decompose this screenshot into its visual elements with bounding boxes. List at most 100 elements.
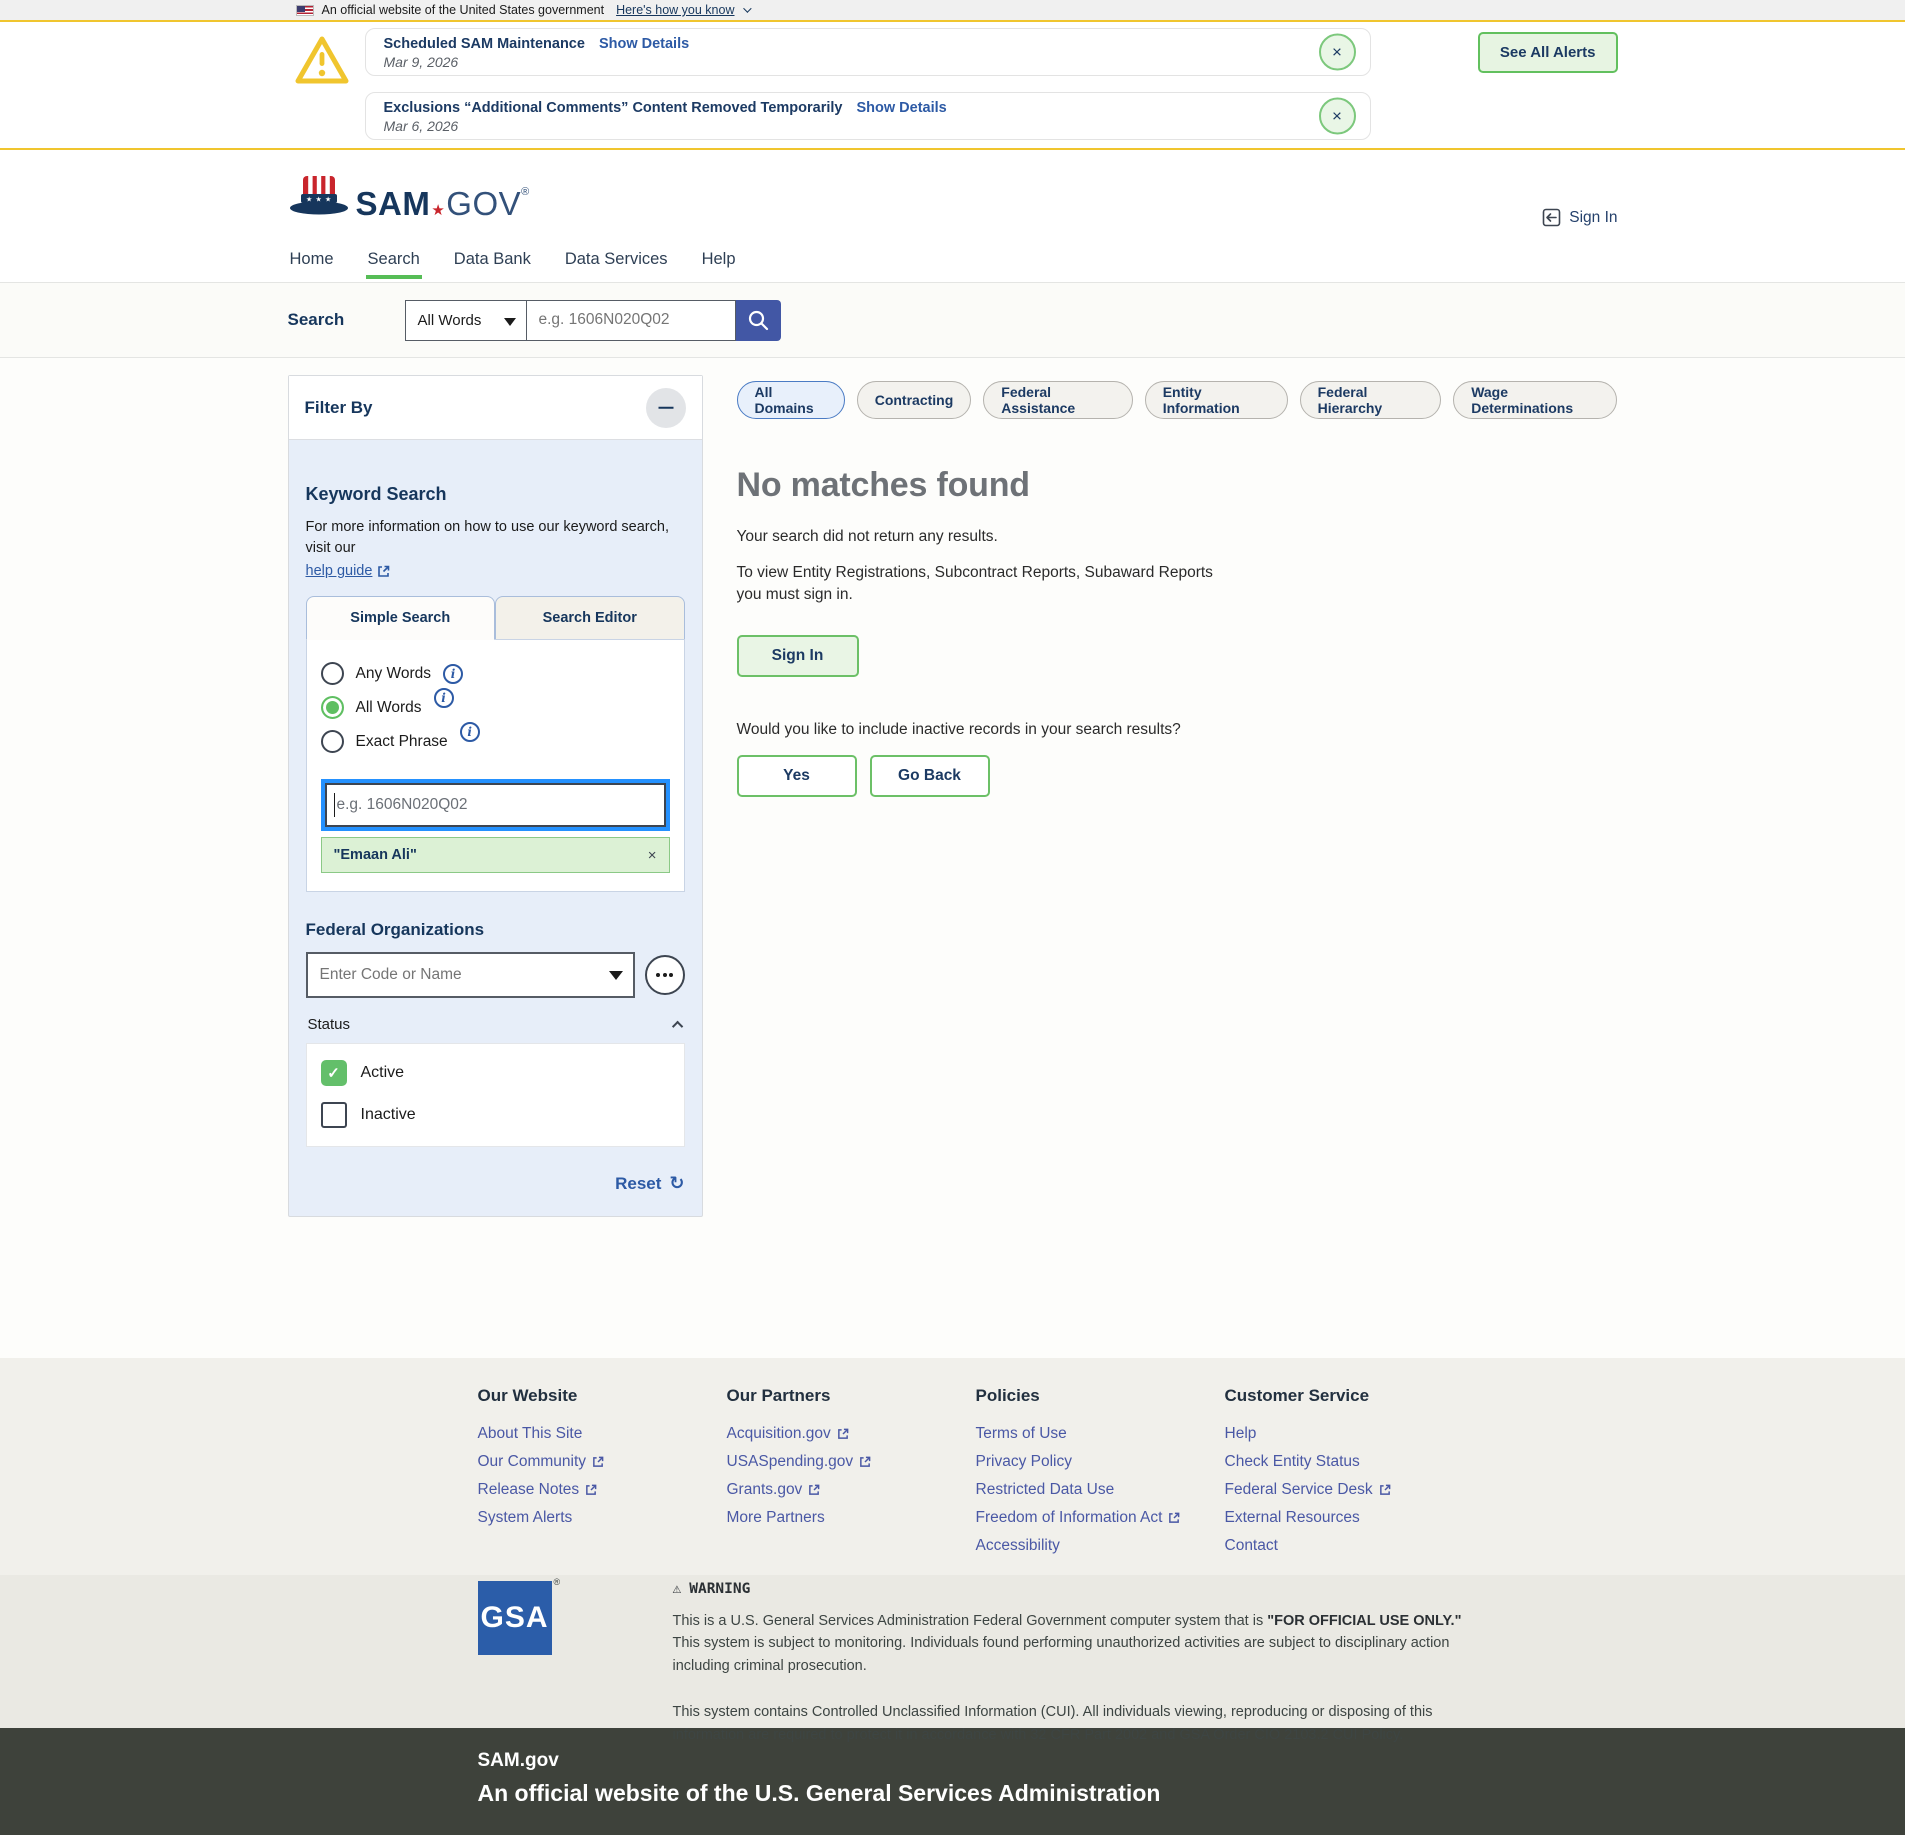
nav-item-home[interactable]: Home: [288, 248, 336, 279]
info-icon[interactable]: i: [460, 722, 480, 742]
how-you-know-link[interactable]: Here's how you know: [616, 3, 734, 17]
check-icon: ✓: [327, 1064, 340, 1082]
footer-link-about-this-site[interactable]: About This Site: [478, 1426, 718, 1441]
dark-footer: SAM.gov An official website of the U.S. …: [0, 1728, 1905, 1835]
footer-link-federal-service-desk[interactable]: Federal Service Desk: [1225, 1482, 1465, 1497]
footer-link-grants-gov[interactable]: Grants.gov: [727, 1482, 967, 1497]
go-back-button[interactable]: Go Back: [870, 755, 990, 797]
reset-filters-link[interactable]: Reset: [615, 1174, 661, 1194]
tab-simple-search[interactable]: Simple Search: [306, 596, 496, 640]
keyword-search-input[interactable]: [325, 783, 666, 827]
sign-in-link[interactable]: Sign In: [1542, 208, 1617, 227]
alert-title: Exclusions “Additional Comments” Content…: [384, 100, 843, 116]
alert-exclusions: Exclusions “Additional Comments” Content…: [365, 92, 1371, 140]
footer-link-contact[interactable]: Contact: [1225, 1538, 1465, 1553]
checkbox-inactive[interactable]: [321, 1102, 347, 1128]
checkbox-active[interactable]: ✓: [321, 1060, 347, 1086]
footer-link-system-alerts[interactable]: System Alerts: [478, 1510, 718, 1525]
search-mode-select[interactable]: All Words: [405, 300, 527, 341]
search-submit-button[interactable]: [736, 300, 781, 341]
footer-heading: Policies: [976, 1386, 1216, 1406]
radio-all-words[interactable]: [321, 696, 344, 719]
domain-tab-wage-determinations[interactable]: Wage Determinations: [1453, 381, 1616, 419]
magnifier-icon: [747, 309, 770, 332]
nav-item-data-services[interactable]: Data Services: [563, 248, 670, 279]
domain-tab-contracting[interactable]: Contracting: [857, 381, 972, 419]
radio-label: All Words: [356, 699, 422, 717]
domain-tabs: All Domains Contracting Federal Assistan…: [737, 381, 1617, 419]
footer-link-usaspending-gov[interactable]: USASpending.gov: [727, 1454, 967, 1469]
footer-link-accessibility[interactable]: Accessibility: [976, 1538, 1216, 1553]
tab-search-editor[interactable]: Search Editor: [495, 596, 685, 640]
domain-tab-all-domains[interactable]: All Domains: [737, 381, 845, 419]
status-section-label: Status: [308, 1016, 351, 1033]
minus-icon: [658, 406, 673, 409]
chip-close-icon[interactable]: ×: [648, 847, 657, 864]
main-area: Filter By Keyword Search For more inform…: [0, 358, 1905, 1358]
external-link-icon: [1379, 1484, 1391, 1496]
footer-link-more-partners[interactable]: More Partners: [727, 1510, 967, 1525]
org-more-options-button[interactable]: [645, 955, 685, 995]
alert-date: Mar 6, 2026: [384, 118, 1300, 134]
footer-link-acquisition-gov[interactable]: Acquisition.gov: [727, 1426, 967, 1441]
keyword-input-focus-ring: [321, 779, 670, 831]
sam-gov-logo[interactable]: ★ ★ ★ SAM★GOV®: [288, 172, 530, 220]
sign-in-button[interactable]: Sign In: [737, 635, 859, 677]
gsa-logo: GSA: [478, 1581, 552, 1655]
info-icon[interactable]: i: [443, 664, 463, 684]
nav-item-search[interactable]: Search: [366, 248, 422, 279]
yes-button[interactable]: Yes: [737, 755, 857, 797]
footer-link-check-entity-status[interactable]: Check Entity Status: [1225, 1454, 1465, 1469]
page: An official website of the United States…: [0, 0, 1905, 1837]
gov-banner: An official website of the United States…: [0, 0, 1905, 22]
footer-link-foia[interactable]: Freedom of Information Act: [976, 1510, 1216, 1525]
ellipsis-icon: [656, 973, 660, 977]
logo-sam: SAM: [356, 185, 431, 222]
org-code-input[interactable]: [306, 952, 635, 998]
chevron-down-icon[interactable]: [743, 4, 751, 12]
us-flag-icon: [296, 5, 314, 16]
radio-any-words[interactable]: [321, 662, 344, 685]
warning-title: WARNING: [689, 1581, 750, 1597]
results-area: All Domains Contracting Federal Assistan…: [737, 381, 1617, 797]
alert-close-button[interactable]: ×: [1319, 98, 1356, 135]
alert-close-button[interactable]: ×: [1319, 34, 1356, 71]
nav-item-data-bank[interactable]: Data Bank: [452, 248, 533, 279]
collapse-filters-button[interactable]: [646, 388, 686, 428]
alert-date: Mar 9, 2026: [384, 54, 1300, 70]
gsa-warning-strip: GSA ® ⚠ WARNING This is a U.S. General S…: [0, 1575, 1905, 1728]
info-icon[interactable]: i: [434, 688, 454, 708]
select-arrow-icon[interactable]: [609, 971, 623, 980]
footer-link-terms-of-use[interactable]: Terms of Use: [976, 1426, 1216, 1441]
footer-link-our-community[interactable]: Our Community: [478, 1454, 718, 1469]
help-guide-link[interactable]: help guide: [306, 563, 391, 579]
no-results-message: Your search did not return any results.: [737, 528, 1617, 546]
footer-link-restricted-data-use[interactable]: Restricted Data Use: [976, 1482, 1216, 1497]
top-search-input[interactable]: [527, 300, 736, 341]
logo-gov: GOV: [446, 185, 521, 222]
registered-mark: ®: [554, 1577, 561, 1587]
show-details-link[interactable]: Show Details: [599, 36, 689, 52]
domain-tab-federal-assistance[interactable]: Federal Assistance: [983, 381, 1132, 419]
domain-tab-federal-hierarchy[interactable]: Federal Hierarchy: [1300, 381, 1442, 419]
no-matches-title: No matches found: [737, 466, 1617, 505]
footer-link-help[interactable]: Help: [1225, 1426, 1465, 1441]
footer-link-privacy-policy[interactable]: Privacy Policy: [976, 1454, 1216, 1469]
sign-in-required-message: To view Entity Registrations, Subcontrac…: [737, 562, 1237, 607]
radio-exact-phrase[interactable]: [321, 730, 344, 753]
chip-label: "Emaan Ali": [334, 847, 417, 863]
refresh-icon[interactable]: ↻: [669, 1173, 684, 1194]
see-all-alerts-button[interactable]: See All Alerts: [1478, 32, 1618, 73]
domain-tab-entity-information[interactable]: Entity Information: [1145, 381, 1288, 419]
external-link-icon: [859, 1456, 871, 1468]
keyword-tabs: Simple Search Search Editor: [306, 596, 685, 640]
org-combobox: [306, 952, 635, 998]
footer-link-release-notes[interactable]: Release Notes: [478, 1482, 718, 1497]
footer: Our Website About This Site Our Communit…: [0, 1358, 1905, 1575]
warning-triangle-icon: [294, 34, 350, 91]
filter-panel: Filter By Keyword Search For more inform…: [288, 375, 703, 1217]
nav-item-help[interactable]: Help: [700, 248, 738, 279]
chevron-up-icon[interactable]: [671, 1020, 682, 1031]
footer-link-external-resources[interactable]: External Resources: [1225, 1510, 1465, 1525]
show-details-link[interactable]: Show Details: [856, 100, 946, 116]
